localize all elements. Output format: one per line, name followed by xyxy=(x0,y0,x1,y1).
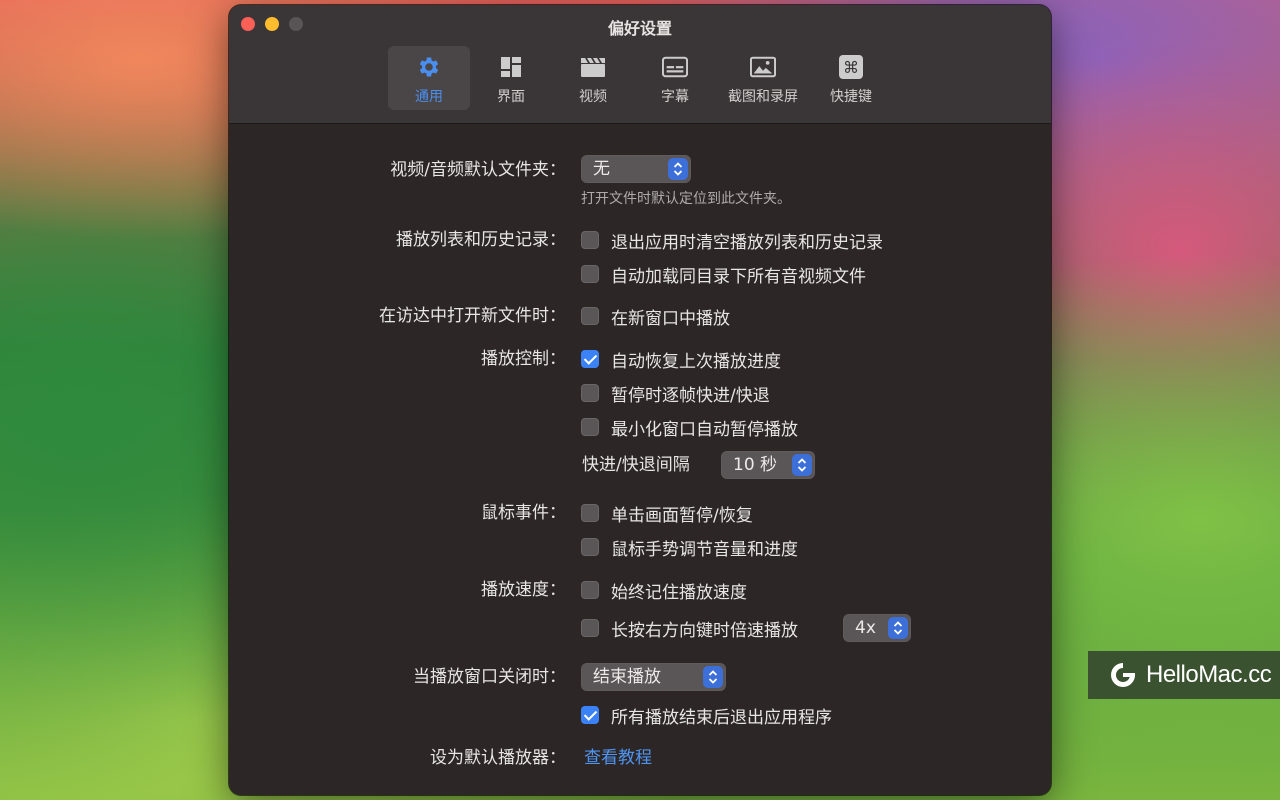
default-folder-row: 视频/音频默认文件夹： 无 xyxy=(229,155,1051,185)
option-label: 在新窗口中播放 xyxy=(611,308,730,329)
option-label: 最小化窗口自动暂停播放 xyxy=(611,419,798,440)
default-player-row: 设为默认播放器： 查看教程 xyxy=(229,743,1051,773)
remember-speed-option[interactable]: 始终记住播放速度 xyxy=(581,575,747,605)
hold-speed-row: 长按右方向键时倍速播放 4x xyxy=(229,613,1051,643)
play-in-new-window-option[interactable]: 在新窗口中播放 xyxy=(581,301,730,331)
up-down-arrows-icon xyxy=(703,666,723,688)
tab-label: 截图和录屏 xyxy=(728,89,798,105)
clear-history-checkbox[interactable] xyxy=(581,231,599,249)
up-down-arrows-icon xyxy=(668,158,688,180)
hold-right-arrow-speed-option[interactable]: 长按右方向键时倍速播放 xyxy=(581,613,798,643)
seek-interval-select[interactable]: 10 秒 xyxy=(721,451,815,479)
hellomac-logo-icon xyxy=(1111,663,1135,687)
option-label: 所有播放结束后退出应用程序 xyxy=(611,707,832,728)
minimize-pause-option[interactable]: 最小化窗口自动暂停播放 xyxy=(581,412,798,442)
watermark: HelloMac.cc xyxy=(1088,651,1280,699)
preferences-window: 偏好设置 通用 界面 视频 字幕 截图和录屏 ⌘ 快捷键 视频/音频默认文件夹：… xyxy=(229,5,1051,795)
seek-interval-row: 快进/快退间隔 10 秒 xyxy=(229,450,1051,480)
finder-open-row: 在访达中打开新文件时： 在新窗口中播放 xyxy=(229,301,1051,331)
general-settings-panel: 视频/音频默认文件夹： 无 打开文件时默认定位到此文件夹。 播放列表和历史记录：… xyxy=(229,124,1051,795)
option-label: 长按右方向键时倍速播放 xyxy=(611,620,798,641)
quit-after-playback-option[interactable]: 所有播放结束后退出应用程序 xyxy=(581,700,832,730)
resume-playback-option[interactable]: 自动恢复上次播放进度 xyxy=(581,344,781,374)
tab-label: 界面 xyxy=(497,89,525,105)
remember-speed-checkbox[interactable] xyxy=(581,581,599,599)
window-title: 偏好设置 xyxy=(607,19,672,38)
gear-icon xyxy=(416,54,442,80)
mouse-gesture-row: 鼠标手势调节音量和进度 xyxy=(229,532,1051,562)
tab-label: 视频 xyxy=(579,89,607,105)
tab-video[interactable]: 视频 xyxy=(552,46,634,110)
mouse-events-row: 鼠标事件： 单击画面暂停/恢复 xyxy=(229,498,1051,528)
option-label: 鼠标手势调节音量和进度 xyxy=(611,539,798,560)
tab-interface[interactable]: 界面 xyxy=(470,46,552,110)
subtitles-icon xyxy=(662,54,688,80)
autoload-row: 自动加载同目录下所有音视频文件 xyxy=(229,259,1051,289)
tab-shortcuts[interactable]: ⌘ 快捷键 xyxy=(810,46,892,110)
minimize-pause-row: 最小化窗口自动暂停播放 xyxy=(229,412,1051,442)
up-down-arrows-icon xyxy=(888,617,908,639)
playback-control-row: 播放控制： 自动恢复上次播放进度 xyxy=(229,344,1051,374)
seek-interval-label: 快进/快退间隔 xyxy=(582,455,690,475)
playback-speed-row: 播放速度： 始终记住播放速度 xyxy=(229,575,1051,605)
clapperboard-icon xyxy=(580,54,606,80)
tab-subtitles[interactable]: 字幕 xyxy=(634,46,716,110)
window-close-row: 当播放窗口关闭时： 结束播放 xyxy=(229,662,1051,692)
autoload-same-folder-option[interactable]: 自动加载同目录下所有音视频文件 xyxy=(581,259,866,289)
playlist-history-row: 播放列表和历史记录： 退出应用时清空播放列表和历史记录 xyxy=(229,225,1051,255)
window-close-value: 结束播放 xyxy=(593,667,661,687)
tab-screenshot-recording[interactable]: 截图和录屏 xyxy=(716,46,810,110)
tab-label: 通用 xyxy=(415,89,443,105)
frame-step-option[interactable]: 暂停时逐帧快进/快退 xyxy=(581,378,770,408)
layout-icon xyxy=(498,54,524,80)
default-folder-select[interactable]: 无 xyxy=(581,155,691,183)
quit-after-playback-checkbox[interactable] xyxy=(581,706,599,724)
hold-speed-value: 4x xyxy=(855,618,876,638)
default-folder-label: 视频/音频默认文件夹： xyxy=(390,160,566,180)
watermark-text: HelloMac.cc xyxy=(1146,661,1272,688)
option-label: 单击画面暂停/恢复 xyxy=(611,505,753,526)
finder-open-label: 在访达中打开新文件时： xyxy=(379,306,566,326)
default-folder-value: 无 xyxy=(593,159,610,179)
hold-speed-checkbox[interactable] xyxy=(581,619,599,637)
option-label: 自动恢复上次播放进度 xyxy=(611,351,781,372)
new-window-checkbox[interactable] xyxy=(581,307,599,325)
view-tutorial-link[interactable]: 查看教程 xyxy=(584,743,652,773)
hold-speed-select[interactable]: 4x xyxy=(843,614,911,642)
click-pause-option[interactable]: 单击画面暂停/恢复 xyxy=(581,498,753,528)
click-pause-checkbox[interactable] xyxy=(581,504,599,522)
mouse-gesture-checkbox[interactable] xyxy=(581,538,599,556)
option-label: 始终记住播放速度 xyxy=(611,582,747,603)
mouse-events-label: 鼠标事件： xyxy=(481,503,566,523)
playback-control-label: 播放控制： xyxy=(481,349,566,369)
playlist-history-label: 播放列表和历史记录： xyxy=(396,230,566,250)
frame-step-row: 暂停时逐帧快进/快退 xyxy=(229,378,1051,408)
tab-label: 字幕 xyxy=(661,89,689,105)
image-icon xyxy=(750,54,776,80)
playback-speed-label: 播放速度： xyxy=(481,580,566,600)
preferences-toolbar: 通用 界面 视频 字幕 截图和录屏 ⌘ 快捷键 xyxy=(229,46,1051,110)
option-label: 退出应用时清空播放列表和历史记录 xyxy=(611,232,883,253)
frame-step-checkbox[interactable] xyxy=(581,384,599,402)
option-label: 自动加载同目录下所有音视频文件 xyxy=(611,266,866,287)
seek-interval-value: 10 秒 xyxy=(733,455,778,475)
default-player-label: 设为默认播放器： xyxy=(430,748,566,768)
window-close-label: 当播放窗口关闭时： xyxy=(413,667,566,687)
mouse-gesture-option[interactable]: 鼠标手势调节音量和进度 xyxy=(581,532,798,562)
up-down-arrows-icon xyxy=(792,454,812,476)
command-key-icon: ⌘ xyxy=(838,54,864,80)
autoload-checkbox[interactable] xyxy=(581,265,599,283)
tab-general[interactable]: 通用 xyxy=(388,46,470,110)
default-folder-hint: 打开文件时默认定位到此文件夹。 xyxy=(581,191,791,207)
clear-history-on-quit-option[interactable]: 退出应用时清空播放列表和历史记录 xyxy=(581,225,883,255)
option-label: 暂停时逐帧快进/快退 xyxy=(611,385,770,406)
resume-playback-checkbox[interactable] xyxy=(581,350,599,368)
window-close-select[interactable]: 结束播放 xyxy=(581,663,726,691)
quit-after-playback-row: 所有播放结束后退出应用程序 xyxy=(229,700,1051,730)
title-bar: 偏好设置 通用 界面 视频 字幕 截图和录屏 ⌘ 快捷键 xyxy=(229,5,1051,124)
svg-text:⌘: ⌘ xyxy=(843,58,859,77)
minimize-pause-checkbox[interactable] xyxy=(581,418,599,436)
tab-label: 快捷键 xyxy=(830,89,872,105)
